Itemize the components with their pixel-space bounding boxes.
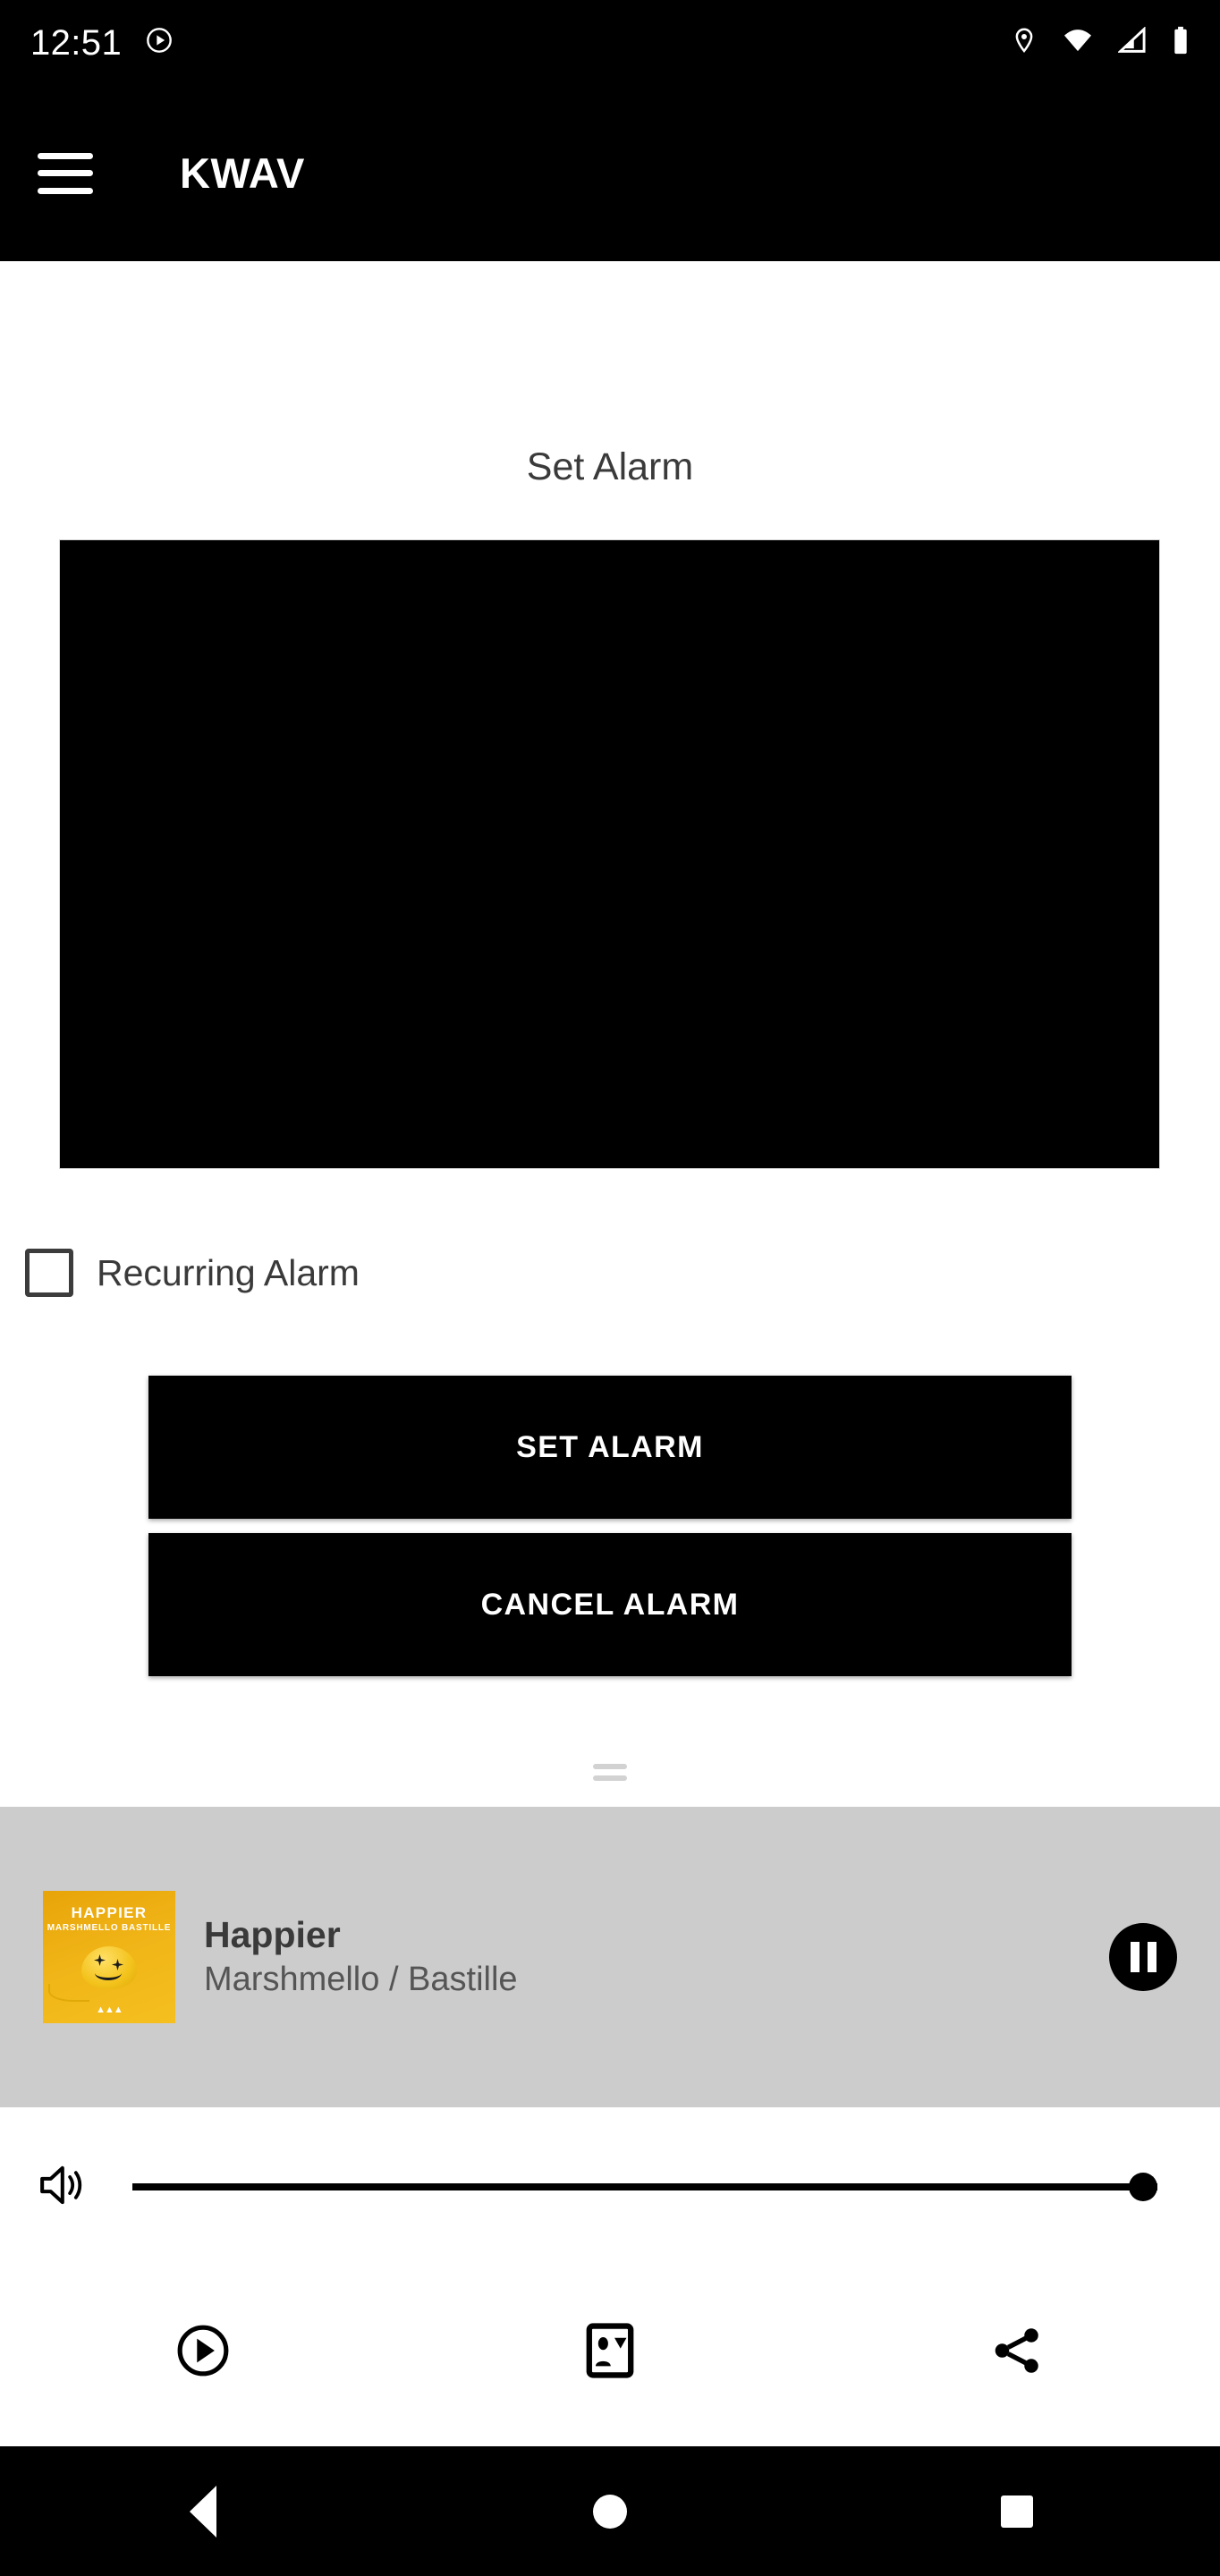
app-bar: KWAV [0, 85, 1220, 261]
recents-glyph [1000, 2495, 1033, 2528]
action-buttons-row [0, 2299, 1220, 2402]
hamburger-line [38, 170, 93, 176]
back-triangle-icon[interactable] [0, 2485, 407, 2538]
drag-handle-line [593, 1764, 627, 1769]
recurring-alarm-checkbox[interactable] [25, 1249, 73, 1297]
album-art: HAPPIER MARSHMELLO BASTILLE ▲▲▲ [43, 1891, 175, 2023]
status-time: 12:51 [30, 22, 123, 63]
status-bar: 12:51 [0, 0, 1220, 85]
hamburger-line [38, 187, 93, 194]
play-circle-icon[interactable] [0, 2323, 407, 2378]
battery-icon [1172, 26, 1190, 59]
volume-slider-thumb[interactable] [1129, 2173, 1157, 2201]
recurring-alarm-row[interactable]: Recurring Alarm [25, 1249, 360, 1297]
balloon-string-graphic [48, 1984, 89, 2002]
face-eye-left [94, 1954, 106, 1966]
hamburger-line [38, 152, 93, 159]
status-bar-left: 12:51 [30, 25, 174, 61]
now-playing-bar[interactable]: HAPPIER MARSHMELLO BASTILLE ▲▲▲ Happier … [0, 1807, 1220, 2107]
contact-card-icon[interactable] [407, 2322, 814, 2379]
back-glyph [190, 2485, 217, 2538]
pause-icon-bar [1130, 1942, 1140, 1972]
volume-up-icon[interactable] [36, 2159, 91, 2216]
app-title: KWAV [180, 149, 305, 197]
main-content: Set Alarm Recurring Alarm SET ALARM CANC… [0, 261, 1220, 1807]
face-mouth [95, 1966, 122, 1980]
volume-row [0, 2147, 1220, 2227]
video-preview-area[interactable] [59, 539, 1160, 1169]
location-pin-icon [1011, 27, 1038, 58]
pause-icon-bar [1147, 1942, 1156, 1972]
pause-button[interactable] [1109, 1923, 1177, 1991]
home-glyph [593, 2494, 627, 2529]
cellular-signal-icon [1116, 26, 1147, 58]
track-info: Happier Marshmello / Bastille [204, 1913, 1088, 2000]
marshmello-face-graphic [81, 1946, 137, 1989]
drag-handle-line [593, 1775, 627, 1781]
album-art-title: HAPPIER [71, 1904, 148, 1921]
home-circle-icon[interactable] [407, 2494, 814, 2529]
set-alarm-button[interactable]: SET ALARM [148, 1376, 1072, 1519]
album-art-logo: ▲▲▲ [96, 2004, 123, 2015]
share-icon[interactable] [813, 2323, 1220, 2378]
cancel-alarm-button[interactable]: CANCEL ALARM [148, 1533, 1072, 1676]
track-artist: Marshmello / Bastille [204, 1960, 518, 1998]
volume-slider[interactable] [132, 2169, 1157, 2205]
hamburger-menu-icon[interactable] [38, 152, 93, 194]
status-bar-right [1011, 26, 1190, 59]
album-art-artists: MARSHMELLO BASTILLE [47, 1923, 172, 1933]
track-title: Happier [204, 1913, 341, 1955]
recents-square-icon[interactable] [813, 2495, 1220, 2528]
volume-slider-track [132, 2183, 1157, 2190]
android-navigation-bar [0, 2446, 1220, 2576]
recurring-alarm-label: Recurring Alarm [97, 1251, 360, 1293]
bottom-sheet-drag-handle[interactable] [593, 1764, 627, 1787]
page-title: Set Alarm [526, 445, 694, 488]
play-circle-icon [145, 26, 174, 59]
wifi-icon [1063, 27, 1093, 58]
